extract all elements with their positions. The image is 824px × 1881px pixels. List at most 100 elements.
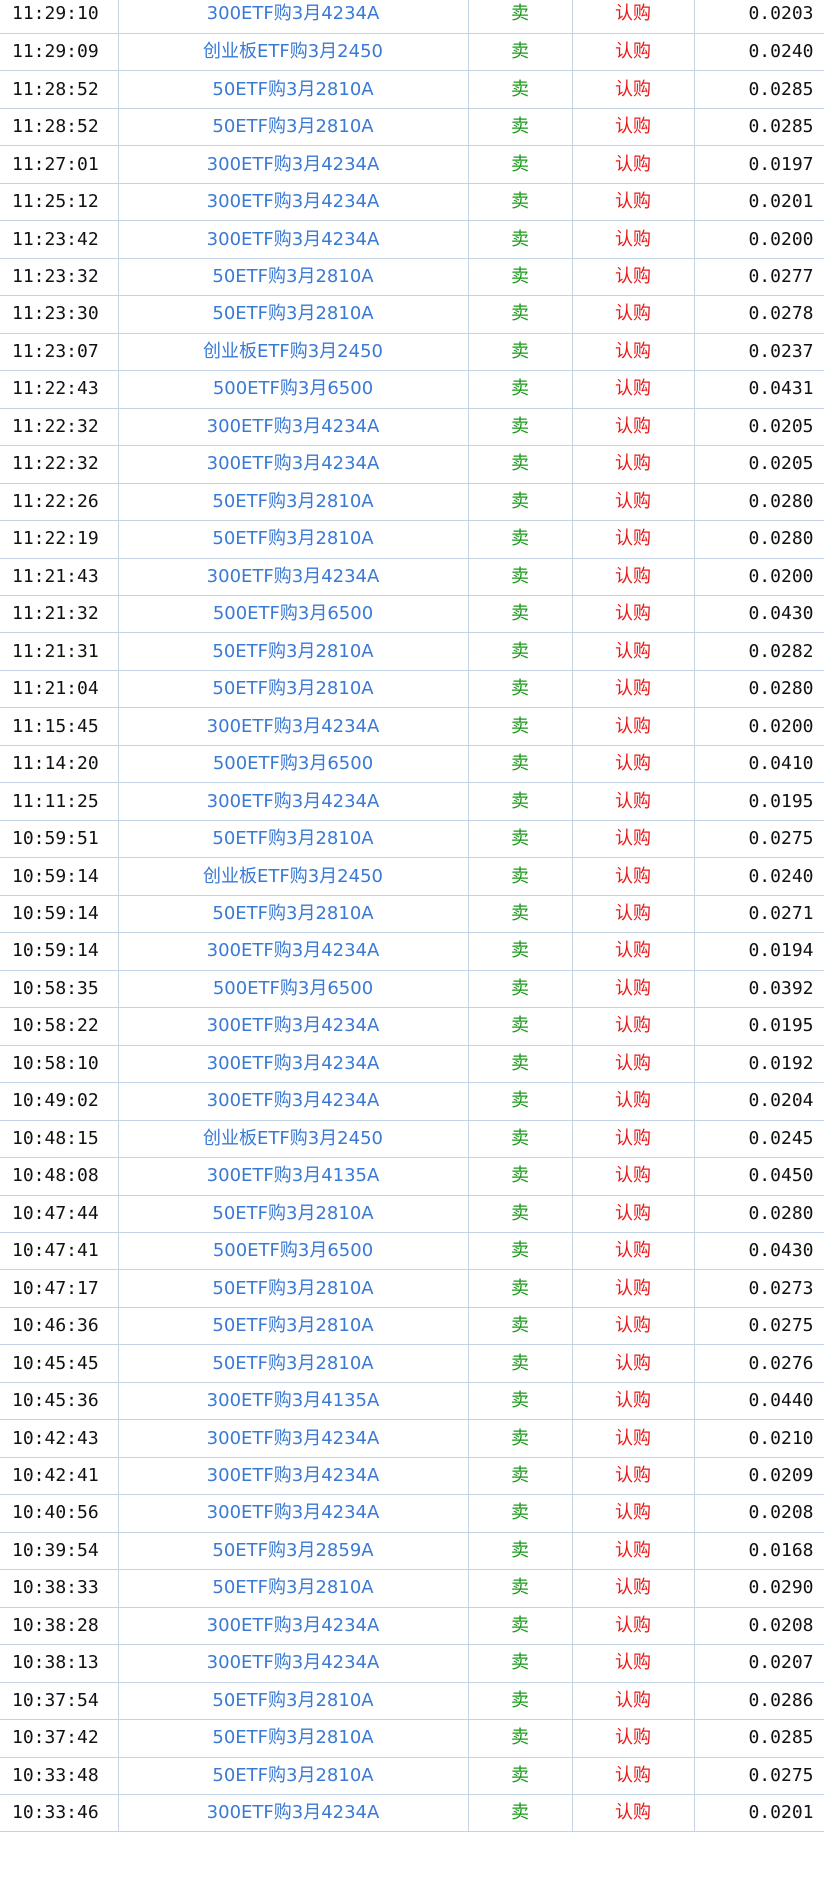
option-name-link[interactable]: 300ETF购3月4234A (118, 445, 469, 484)
trade-time: 10:33:48 (0, 1757, 119, 1796)
option-name-link[interactable]: 300ETF购3月4135A (118, 1382, 469, 1421)
table-row: 11:22:43 500ETF购3月6500 卖认购 0.0431 (0, 370, 824, 409)
option-type: 认购 (572, 370, 695, 409)
option-name-link[interactable]: 300ETF购3月4234A (118, 183, 469, 222)
trade-price: 0.0208 (694, 1494, 824, 1533)
option-name-link[interactable]: 50ETF购3月2810A (118, 70, 469, 109)
option-name-link[interactable]: 500ETF购3月6500 (118, 1232, 469, 1271)
option-name-link[interactable]: 300ETF购3月4234A (118, 220, 469, 259)
table-row: 10:42:43 300ETF购3月4234A 卖认购 0.0210 (0, 1419, 824, 1458)
trade-time: 10:38:13 (0, 1644, 119, 1683)
trade-time: 11:22:19 (0, 520, 119, 559)
option-name-link[interactable]: 300ETF购3月4234A (118, 0, 469, 34)
option-name-link[interactable]: 300ETF购3月4234A (118, 1607, 469, 1646)
trade-side: 卖 (468, 1382, 573, 1421)
option-name-link[interactable]: 50ETF购3月2810A (118, 1682, 469, 1721)
trade-price: 0.0208 (694, 1607, 824, 1646)
option-name-link[interactable]: 300ETF购3月4234A (118, 1494, 469, 1533)
option-name-link[interactable]: 300ETF购3月4234A (118, 782, 469, 821)
trade-price: 0.0392 (694, 970, 824, 1009)
option-type: 认购 (572, 220, 695, 259)
table-row: 10:45:45 50ETF购3月2810A 卖认购 0.0276 (0, 1344, 824, 1383)
trade-side: 卖 (468, 558, 573, 597)
option-name-link[interactable]: 300ETF购3月4234A (118, 1457, 469, 1496)
trade-price: 0.0280 (694, 483, 824, 522)
option-type: 认购 (572, 70, 695, 109)
option-type: 认购 (572, 1607, 695, 1646)
option-name-link[interactable]: 300ETF购3月4234A (118, 1007, 469, 1046)
option-name-link[interactable]: 50ETF购3月2810A (118, 895, 469, 934)
option-type: 认购 (572, 183, 695, 222)
trade-time: 10:38:33 (0, 1569, 119, 1608)
option-name-link[interactable]: 300ETF购3月4234A (118, 1419, 469, 1458)
option-name-link[interactable]: 300ETF购3月4234A (118, 558, 469, 597)
table-row: 10:38:33 50ETF购3月2810A 卖认购 0.0290 (0, 1569, 824, 1608)
option-name-link[interactable]: 创业板ETF购3月2450 (118, 857, 469, 896)
trade-time: 11:14:20 (0, 745, 119, 784)
trade-time: 11:28:52 (0, 70, 119, 109)
option-name-link[interactable]: 50ETF购3月2810A (118, 258, 469, 297)
option-name-link[interactable]: 50ETF购3月2810A (118, 670, 469, 709)
table-row: 11:27:01 300ETF购3月4234A 卖认购 0.0197 (0, 145, 824, 184)
trade-time: 11:23:30 (0, 295, 119, 334)
option-type: 认购 (572, 1682, 695, 1721)
option-name-link[interactable]: 500ETF购3月6500 (118, 745, 469, 784)
trade-price: 0.0200 (694, 707, 824, 746)
trade-side: 卖 (468, 595, 573, 634)
option-name-link[interactable]: 300ETF购3月4135A (118, 1157, 469, 1196)
option-name-link[interactable]: 50ETF购3月2810A (118, 295, 469, 334)
option-type: 认购 (572, 295, 695, 334)
option-name-link[interactable]: 50ETF购3月2810A (118, 1269, 469, 1308)
trade-price: 0.0430 (694, 595, 824, 634)
option-type: 认购 (572, 1269, 695, 1308)
option-name-link[interactable]: 300ETF购3月4234A (118, 932, 469, 971)
option-name-link[interactable]: 50ETF购3月2810A (118, 632, 469, 671)
trade-side: 卖 (468, 1307, 573, 1346)
trade-side: 卖 (468, 520, 573, 559)
option-name-link[interactable]: 创业板ETF购3月2450 (118, 33, 469, 72)
option-name-link[interactable]: 300ETF购3月4234A (118, 1644, 469, 1683)
table-row: 10:59:51 50ETF购3月2810A 卖认购 0.0275 (0, 820, 824, 859)
option-type: 认购 (572, 483, 695, 522)
option-type: 认购 (572, 632, 695, 671)
trade-time: 10:59:14 (0, 857, 119, 896)
trade-time: 10:38:28 (0, 1607, 119, 1646)
trade-price: 0.0275 (694, 1307, 824, 1346)
option-name-link[interactable]: 50ETF购3月2810A (118, 1195, 469, 1233)
option-name-link[interactable]: 50ETF购3月2810A (118, 1757, 469, 1796)
option-type: 认购 (572, 857, 695, 896)
option-name-link[interactable]: 300ETF购3月4234A (118, 707, 469, 746)
option-name-link[interactable]: 50ETF购3月2810A (118, 108, 469, 147)
option-name-link[interactable]: 50ETF购3月2810A (118, 1344, 469, 1383)
table-row: 11:15:45 300ETF购3月4234A 卖认购 0.0200 (0, 707, 824, 746)
option-name-link[interactable]: 500ETF购3月6500 (118, 970, 469, 1009)
table-row: 11:21:43 300ETF购3月4234A 卖认购 0.0200 (0, 558, 824, 597)
option-name-link[interactable]: 300ETF购3月4234A (118, 1082, 469, 1121)
trade-side: 卖 (468, 370, 573, 409)
option-type: 认购 (572, 707, 695, 746)
option-name-link[interactable]: 500ETF购3月6500 (118, 370, 469, 409)
trade-price: 0.0285 (694, 70, 824, 109)
option-name-link[interactable]: 创业板ETF购3月2450 (118, 333, 469, 372)
option-name-link[interactable]: 500ETF购3月6500 (118, 595, 469, 634)
option-name-link[interactable]: 50ETF购3月2810A (118, 1719, 469, 1758)
trade-side: 卖 (468, 1644, 573, 1683)
trade-side: 卖 (468, 1757, 573, 1796)
trade-side: 卖 (468, 1195, 573, 1233)
trade-side: 卖 (468, 108, 573, 147)
option-name-link[interactable]: 300ETF购3月4234A (118, 408, 469, 447)
option-name-link[interactable]: 300ETF购3月4234A (118, 1794, 469, 1833)
option-name-link[interactable]: 300ETF购3月4234A (118, 145, 469, 184)
option-name-link[interactable]: 创业板ETF购3月2450 (118, 1120, 469, 1159)
option-name-link[interactable]: 50ETF购3月2810A (118, 820, 469, 859)
option-name-link[interactable]: 50ETF购3月2810A (118, 520, 469, 559)
trade-side: 卖 (468, 782, 573, 821)
option-name-link[interactable]: 50ETF购3月2810A (118, 483, 469, 522)
option-type: 认购 (572, 745, 695, 784)
trade-side: 卖 (468, 1682, 573, 1721)
option-name-link[interactable]: 50ETF购3月2859A (118, 1532, 469, 1571)
option-type: 认购 (572, 408, 695, 447)
option-name-link[interactable]: 50ETF购3月2810A (118, 1307, 469, 1346)
option-name-link[interactable]: 50ETF购3月2810A (118, 1569, 469, 1608)
option-name-link[interactable]: 300ETF购3月4234A (118, 1045, 469, 1084)
